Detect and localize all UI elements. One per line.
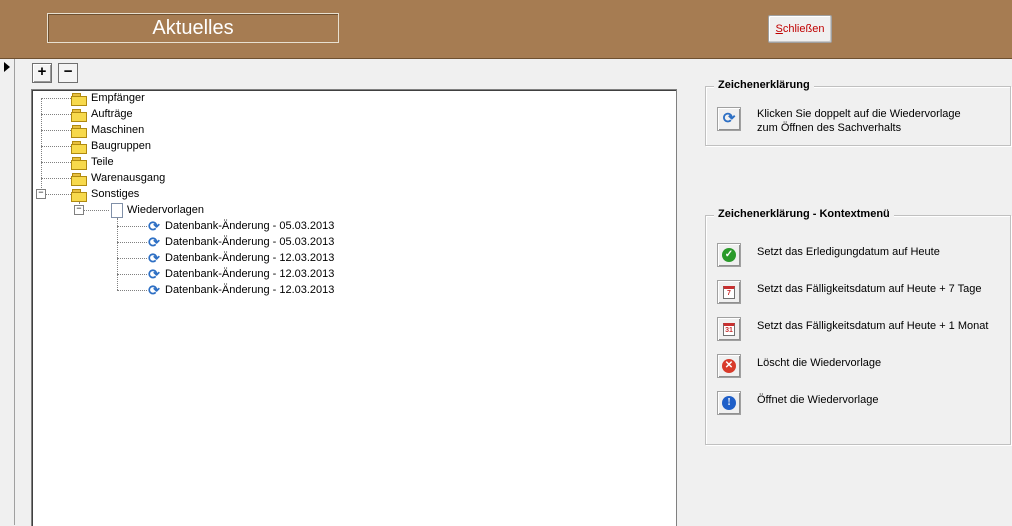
tree-item-empfaenger[interactable]: Empfänger	[71, 90, 145, 106]
info-icon: !	[722, 396, 736, 411]
tree-entry-label: Datenbank-Änderung - 05.03.2013	[165, 236, 335, 248]
close-button-label: chließen	[782, 23, 825, 35]
refresh-icon: ⟳	[148, 282, 160, 299]
legend-line-2: zum Öffnen des Sachverhalts	[757, 122, 902, 134]
close-button[interactable]: Schließen	[768, 15, 832, 43]
tree-line	[41, 146, 71, 147]
tree-entry[interactable]: ⟳ Datenbank-Änderung - 05.03.2013	[147, 234, 334, 250]
set-due-7-days-button[interactable]: 7	[717, 280, 741, 304]
refresh-icon: ⟳	[148, 266, 160, 283]
record-selector[interactable]	[0, 59, 15, 525]
tree-item-auftraege[interactable]: Aufträge	[71, 106, 133, 122]
record-pointer-icon	[4, 62, 10, 72]
context-item-text: Setzt das Fälligkeitsdatum auf Heute + 1…	[757, 320, 989, 332]
tree-entry[interactable]: ⟳ Datenbank-Änderung - 12.03.2013	[147, 266, 334, 282]
check-icon: ✓	[722, 248, 736, 263]
tree-line	[117, 290, 147, 291]
tree-item-label: Baugruppen	[91, 140, 151, 152]
folder-open-icon	[71, 188, 87, 202]
delete-button[interactable]: ✕	[717, 354, 741, 378]
tree-item-label: Sonstiges	[91, 188, 140, 200]
context-item-text: Löscht die Wiedervorlage	[757, 357, 882, 369]
expand-all-button[interactable]: +	[32, 63, 52, 83]
set-due-1-month-button[interactable]: 31	[717, 317, 741, 341]
tree-item-label: Maschinen	[91, 124, 145, 136]
folder-icon	[71, 172, 87, 186]
collapse-node-icon[interactable]: −	[74, 205, 84, 215]
context-legend-group: Zeichenerklärung - Kontextmenü ✓ Setzt d…	[705, 208, 1011, 445]
tree-item-maschinen[interactable]: Maschinen	[71, 122, 144, 138]
refresh-icon: ⟳	[148, 234, 160, 251]
context-item-text: Setzt das Fälligkeitsdatum auf Heute + 7…	[757, 283, 982, 295]
open-button[interactable]: !	[717, 391, 741, 415]
tree-item-sonstiges[interactable]: Sonstiges	[71, 186, 139, 202]
folder-icon	[71, 108, 87, 122]
folder-icon	[71, 92, 87, 106]
context-legend-title: Zeichenerklärung - Kontextmenü	[714, 208, 894, 220]
folder-icon	[71, 140, 87, 154]
tree-line	[41, 114, 71, 115]
collapse-all-button[interactable]: −	[58, 63, 78, 83]
tree-item-label: Aufträge	[91, 108, 133, 120]
tree-item-label: Teile	[91, 156, 114, 168]
delete-icon: ✕	[722, 359, 736, 374]
calendar-7-icon: 7	[723, 285, 735, 299]
tree-entry-label: Datenbank-Änderung - 12.03.2013	[165, 252, 335, 264]
folder-icon	[71, 156, 87, 170]
collapse-node-icon[interactable]: −	[36, 189, 46, 199]
refresh-icon: ⟳	[148, 250, 160, 267]
tree-item-teile[interactable]: Teile	[71, 154, 114, 170]
document-icon	[111, 202, 123, 218]
set-done-today-button[interactable]: ✓	[717, 243, 741, 267]
refresh-icon: ⟳	[148, 218, 160, 235]
tree-line	[117, 218, 118, 290]
tree-entry-label: Datenbank-Änderung - 05.03.2013	[165, 220, 335, 232]
tree-item-label: Wiedervorlagen	[127, 204, 205, 216]
tree-entry-label: Datenbank-Änderung - 12.03.2013	[165, 284, 335, 296]
context-item-text: Öffnet die Wiedervorlage	[757, 394, 879, 406]
refresh-icon: ⟳	[722, 110, 736, 127]
tree-entry[interactable]: ⟳ Datenbank-Änderung - 12.03.2013	[147, 282, 334, 298]
legend-line-1: Klicken Sie doppelt auf die Wiedervorlag…	[757, 108, 961, 120]
tree-entry[interactable]: ⟳ Datenbank-Änderung - 05.03.2013	[147, 218, 334, 234]
tree-line	[117, 274, 147, 275]
calendar-31-icon: 31	[723, 322, 735, 336]
tree-item-label: Empfänger	[91, 92, 145, 104]
tree-item-wiedervorlagen[interactable]: Wiedervorlagen	[111, 202, 204, 218]
close-button-mnemonic: S	[775, 23, 783, 35]
tree-line	[41, 98, 71, 99]
tree-item-baugruppen[interactable]: Baugruppen	[71, 138, 151, 154]
tree-line	[117, 258, 147, 259]
legend-group: Zeichenerklärung ⟳ Klicken Sie doppelt a…	[705, 79, 1011, 146]
tree-view[interactable]: Empfänger Aufträge Maschinen Baugruppen …	[31, 89, 677, 526]
open-legend-button[interactable]: ⟳	[717, 107, 741, 131]
tree-line	[117, 242, 147, 243]
tree-item-label: Warenausgang	[91, 172, 166, 184]
tree-item-warenausgang[interactable]: Warenausgang	[71, 170, 165, 186]
tree-line	[41, 130, 71, 131]
tree-line	[41, 178, 71, 179]
tree-entry-label: Datenbank-Änderung - 12.03.2013	[165, 268, 335, 280]
header-bar: Aktuelles Schließen	[0, 0, 1012, 59]
tree-line	[41, 162, 71, 163]
legend-title: Zeichenerklärung	[714, 79, 814, 91]
tree-entry[interactable]: ⟳ Datenbank-Änderung - 12.03.2013	[147, 250, 334, 266]
context-item-text: Setzt das Erledigungdatum auf Heute	[757, 246, 940, 258]
folder-icon	[71, 124, 87, 138]
tree-line	[117, 226, 147, 227]
page-title: Aktuelles	[47, 13, 339, 43]
